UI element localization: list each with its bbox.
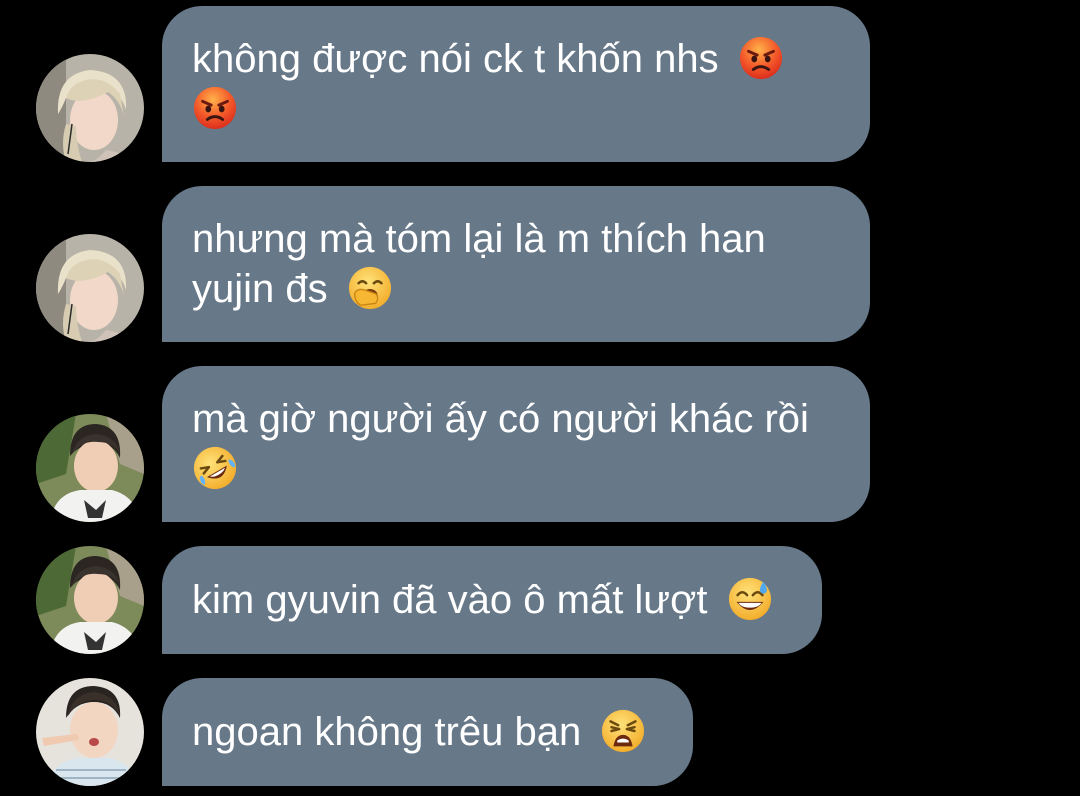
rolling-on-floor-laughing-icon (193, 446, 237, 490)
avatar[interactable] (36, 546, 144, 654)
message-row: nhưng mà tóm lại là m thích han yujin đs (0, 186, 1080, 342)
avatar[interactable] (36, 234, 144, 342)
message-text: ngoan không trêu bạn (192, 707, 646, 757)
avatar[interactable] (36, 414, 144, 522)
message-text: kim gyuvin đã vào ô mất lượt (192, 575, 773, 625)
angry-face-icon (193, 86, 237, 130)
message-bubble[interactable]: mà giờ người ấy có người khác rồi (162, 366, 870, 522)
avatar-blonde-hair-image (36, 234, 144, 342)
message-text: không được nói ck t khốn nhs (192, 34, 784, 134)
avatar-dark-hair-white-shirt-image (36, 546, 144, 654)
message-bubble[interactable]: ngoan không trêu bạn (162, 678, 693, 786)
message-bubble[interactable]: không được nói ck t khốn nhs (162, 6, 870, 162)
weary-face-icon (602, 709, 645, 753)
message-text-line: ngoan không trêu bạn (192, 710, 582, 754)
avatar-dark-hair-white-shirt-image (36, 414, 144, 522)
avatar-blonde-hair-image (36, 54, 144, 162)
yawning-face-icon (348, 266, 391, 310)
message-row: không được nói ck t khốn nhs (0, 6, 1080, 162)
message-row: mà giờ người ấy có người khác rồi (0, 366, 1080, 522)
message-row: kim gyuvin đã vào ô mất lượt (0, 546, 1080, 654)
avatar-finger-on-cheek-image (36, 678, 144, 786)
message-text-line: kim gyuvin đã vào ô mất lượt (192, 578, 708, 622)
message-text: mà giờ người ấy có người khác rồi (192, 394, 809, 494)
grinning-sweat-icon (728, 577, 771, 621)
message-bubble[interactable]: kim gyuvin đã vào ô mất lượt (162, 546, 822, 654)
angry-face-icon (739, 36, 782, 80)
message-text-line: nhưng mà tóm lại là m thích han (192, 217, 766, 261)
message-row: ngoan không trêu bạn (0, 678, 1080, 786)
message-text-line: không được nói ck t khốn nhs (192, 37, 719, 81)
avatar[interactable] (36, 678, 144, 786)
message-text: nhưng mà tóm lại là m thích han yujin đs (192, 214, 766, 314)
avatar[interactable] (36, 54, 144, 162)
message-text-line: mà giờ người ấy có người khác rồi (192, 397, 809, 441)
message-bubble[interactable]: nhưng mà tóm lại là m thích han yujin đs (162, 186, 870, 342)
message-text-line: yujin đs (192, 267, 328, 311)
